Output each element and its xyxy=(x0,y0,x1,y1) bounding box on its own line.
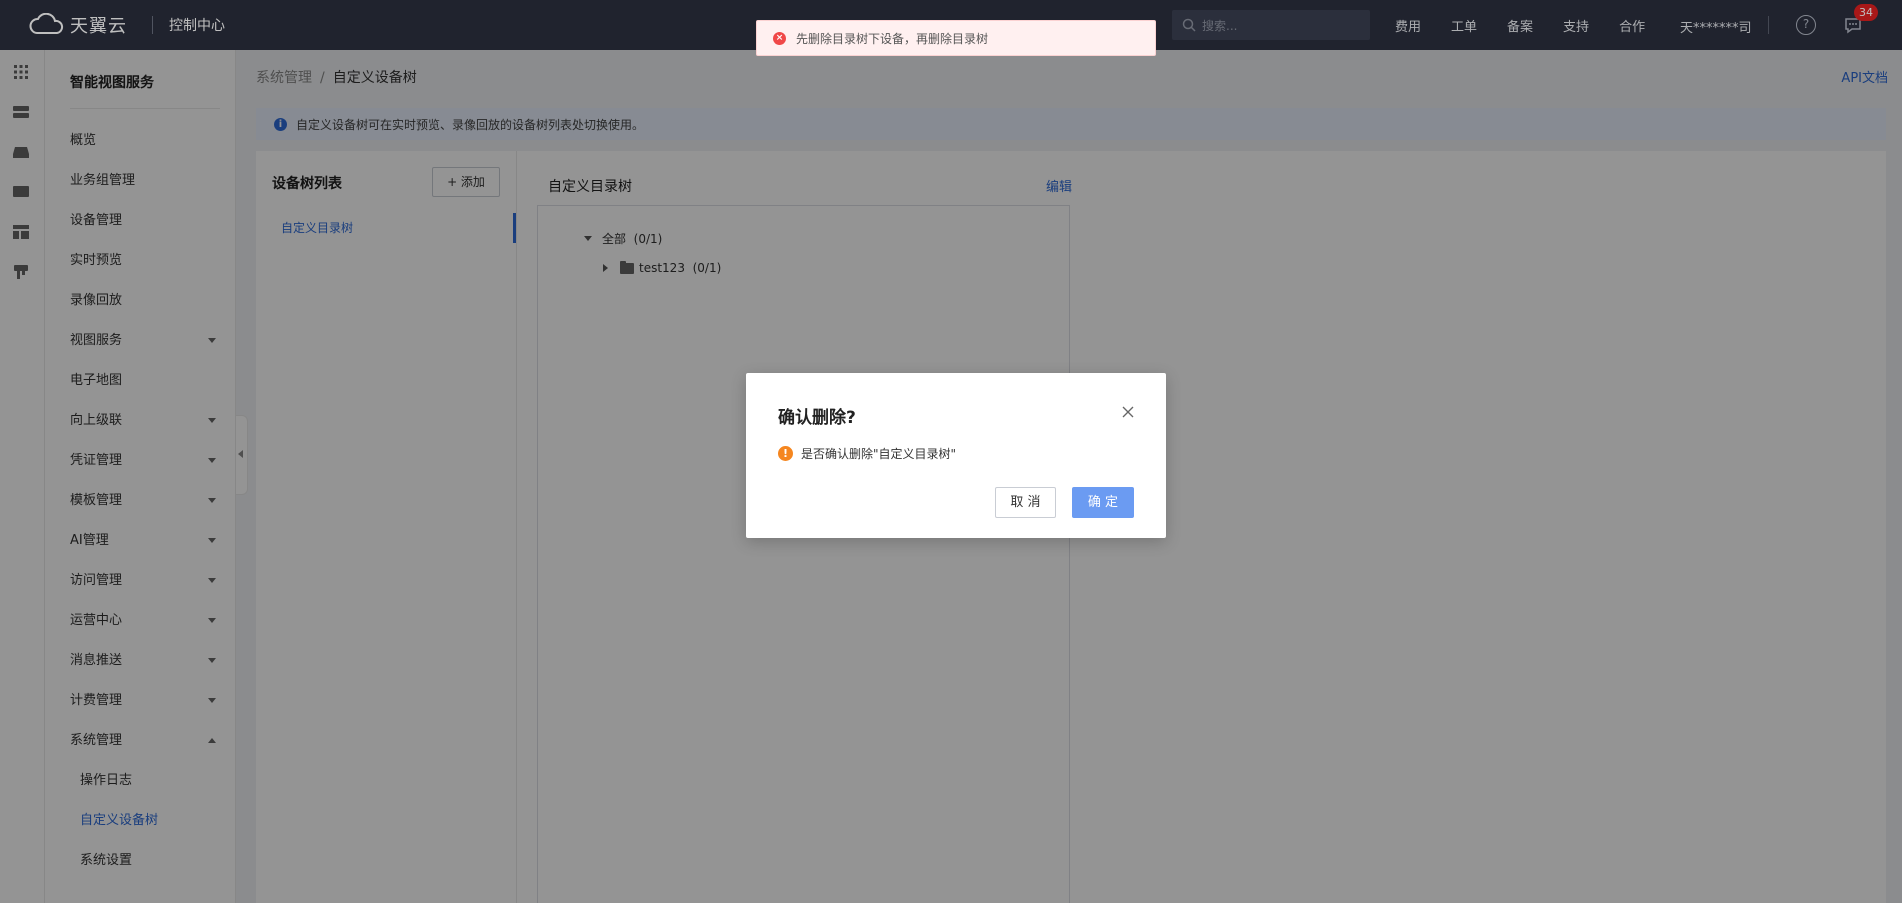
confirm-delete-dialog: 确认删除? ! 是否确认删除"自定义目录树" 取 消 确 定 xyxy=(746,373,1166,538)
toast-text: 先删除目录树下设备，再删除目录树 xyxy=(796,31,989,46)
confirm-button[interactable]: 确 定 xyxy=(1072,487,1134,518)
warning-icon: ! xyxy=(778,446,793,461)
error-toast: × 先删除目录树下设备，再删除目录树 xyxy=(756,20,1156,56)
error-icon: × xyxy=(773,31,786,45)
dialog-title: 确认删除? xyxy=(778,408,856,428)
dialog-message: 是否确认删除"自定义目录树" xyxy=(801,447,957,461)
cancel-button[interactable]: 取 消 xyxy=(995,487,1056,518)
dialog-body: ! 是否确认删除"自定义目录树" xyxy=(778,445,956,462)
close-icon[interactable] xyxy=(1120,404,1136,420)
